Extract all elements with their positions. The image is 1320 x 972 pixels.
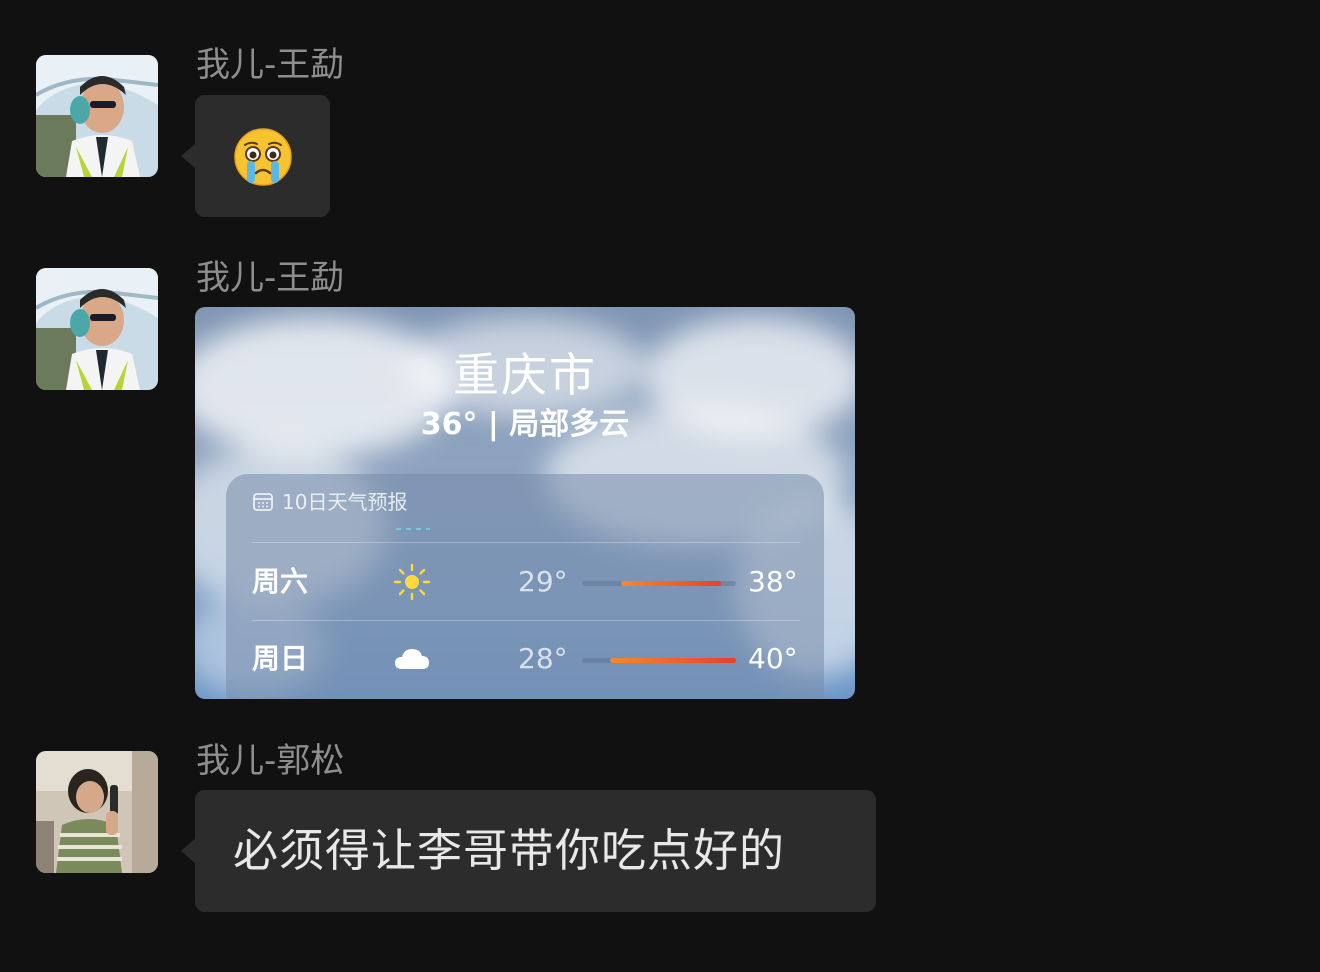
current-condition: 36° | 局部多云: [420, 407, 630, 442]
calendar-icon: [253, 493, 273, 511]
cloud-icon: [395, 649, 429, 669]
forecast-high: 40°: [748, 642, 798, 675]
chat-view: 我儿-王勐 我儿-王勐 重庆市 36° | 局部多云 10日天气预报 周六 29…: [0, 0, 1320, 972]
temperature-track: [582, 658, 736, 663]
pilot-photo: [36, 268, 158, 390]
crying-face-icon: [234, 128, 292, 186]
avatar-guosong[interactable]: [36, 751, 158, 873]
avatar-pilot[interactable]: [36, 55, 158, 177]
forecast-day: 周六: [252, 565, 309, 598]
sender-name: 我儿-王勐: [196, 45, 345, 85]
forecast-title: 10日天气预报: [282, 490, 408, 514]
forecast-day: 周日: [252, 642, 309, 675]
sender-name: 我儿-郭松: [196, 741, 345, 781]
pilot-photo: [36, 55, 158, 177]
weather-screenshot-card[interactable]: 重庆市 36° | 局部多云 10日天气预报 周六 29° 38° 周日 28°…: [195, 307, 855, 699]
divider: [252, 542, 800, 543]
loading-dots: [396, 528, 430, 530]
person-photo: [36, 751, 158, 873]
avatar-pilot[interactable]: [36, 268, 158, 390]
temperature-track: [582, 581, 736, 586]
divider: [252, 620, 800, 621]
sun-icon: [393, 563, 431, 601]
text-message-bubble[interactable]: 必须得让李哥带你吃点好的: [181, 790, 876, 912]
forecast-row: 周六 29° 38°: [226, 552, 824, 612]
forecast-row: 周日 28° 40°: [226, 629, 824, 689]
forecast-low: 29°: [518, 565, 568, 598]
forecast-panel: 10日天气预报 周六 29° 38° 周日 28° 40°: [226, 474, 824, 699]
message-text: 必须得让李哥带你吃点好的: [233, 824, 786, 877]
emoji-message-bubble[interactable]: [181, 95, 330, 217]
forecast-high: 38°: [748, 565, 798, 598]
forecast-low: 28°: [518, 642, 568, 675]
temperature-range-bar: [609, 658, 736, 663]
temperature-range-bar: [620, 581, 721, 586]
bubble-tail: [181, 143, 196, 169]
city-name: 重庆市: [453, 348, 597, 402]
forecast-header: 10日天气预报: [252, 488, 407, 516]
sender-name: 我儿-王勐: [196, 258, 345, 298]
bubble-tail: [181, 838, 196, 864]
